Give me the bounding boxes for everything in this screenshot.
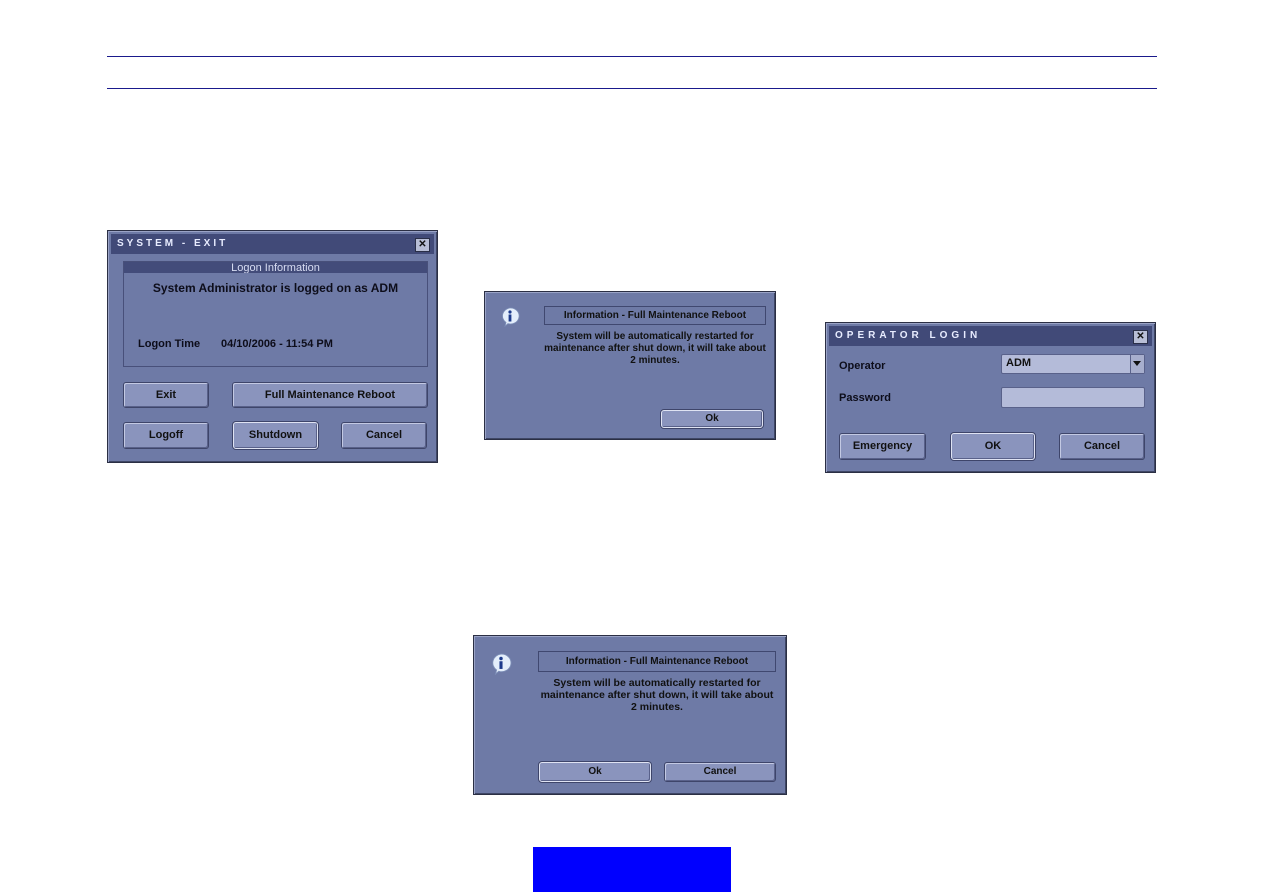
footer-block [533,847,731,892]
operator-login-dialog: OPERATOR LOGIN ✕ Operator ADM Password E… [825,322,1156,473]
operator-select[interactable]: ADM [1001,354,1145,374]
close-icon[interactable]: ✕ [1133,330,1148,344]
logon-information-group: Logon Information System Administrator i… [123,261,428,367]
close-icon[interactable]: ✕ [415,238,430,252]
info-dialog-title: Information - Full Maintenance Reboot [538,651,776,672]
info-icon [502,307,520,327]
ok-button[interactable]: Ok [539,762,651,782]
info-dialog-reboot-confirm: Information - Full Maintenance Reboot Sy… [473,635,787,795]
full-maintenance-reboot-button[interactable]: Full Maintenance Reboot [232,382,428,408]
info-message-line: maintenance after shut down, it will tak… [544,343,766,354]
info-message-line: maintenance after shut down, it will tak… [540,689,774,701]
logoff-button[interactable]: Logoff [123,422,209,449]
operator-select-value: ADM [1006,357,1032,369]
system-exit-title: SYSTEM - EXIT [117,238,229,249]
info-dialog-title: Information - Full Maintenance Reboot [544,306,766,325]
info-message-line: System will be automatically restarted f… [556,331,754,342]
system-exit-dialog: SYSTEM - EXIT ✕ Logon Information System… [107,230,438,463]
system-exit-titlebar: SYSTEM - EXIT ✕ [111,234,434,254]
emergency-button[interactable]: Emergency [839,433,926,460]
header-rule-bottom [107,88,1157,89]
operator-login-titlebar: OPERATOR LOGIN ✕ [829,326,1152,346]
logon-time-label: Logon Time [138,338,201,350]
ok-button[interactable]: Ok [661,410,763,428]
info-dialog-reboot: Information - Full Maintenance Reboot Sy… [484,291,776,440]
chevron-down-icon[interactable] [1130,355,1144,373]
cancel-button[interactable]: Cancel [1059,433,1145,460]
password-input[interactable] [1001,387,1145,408]
info-message-line: System will be automatically restarted f… [553,677,761,689]
cancel-button[interactable]: Cancel [341,422,427,449]
info-message: System will be automatically restarted f… [535,331,775,367]
header-rule-top [107,56,1157,57]
info-icon [492,653,512,675]
operator-label: Operator [839,360,886,372]
logon-time-value: 04/10/2006 - 11:54 PM [221,338,333,350]
ok-button[interactable]: OK [951,433,1035,460]
operator-login-title: OPERATOR LOGIN [835,330,982,341]
info-message-line: 2 minutes. [631,701,683,713]
cancel-button[interactable]: Cancel [664,762,776,782]
exit-button[interactable]: Exit [123,382,209,408]
password-label: Password [839,392,891,404]
info-message-line: 2 minutes. [630,355,680,366]
logon-information-header: Logon Information [124,262,427,273]
shutdown-button[interactable]: Shutdown [233,422,318,449]
info-message: System will be automatically restarted f… [529,677,785,713]
logged-on-message: System Administrator is logged on as ADM [152,281,399,295]
